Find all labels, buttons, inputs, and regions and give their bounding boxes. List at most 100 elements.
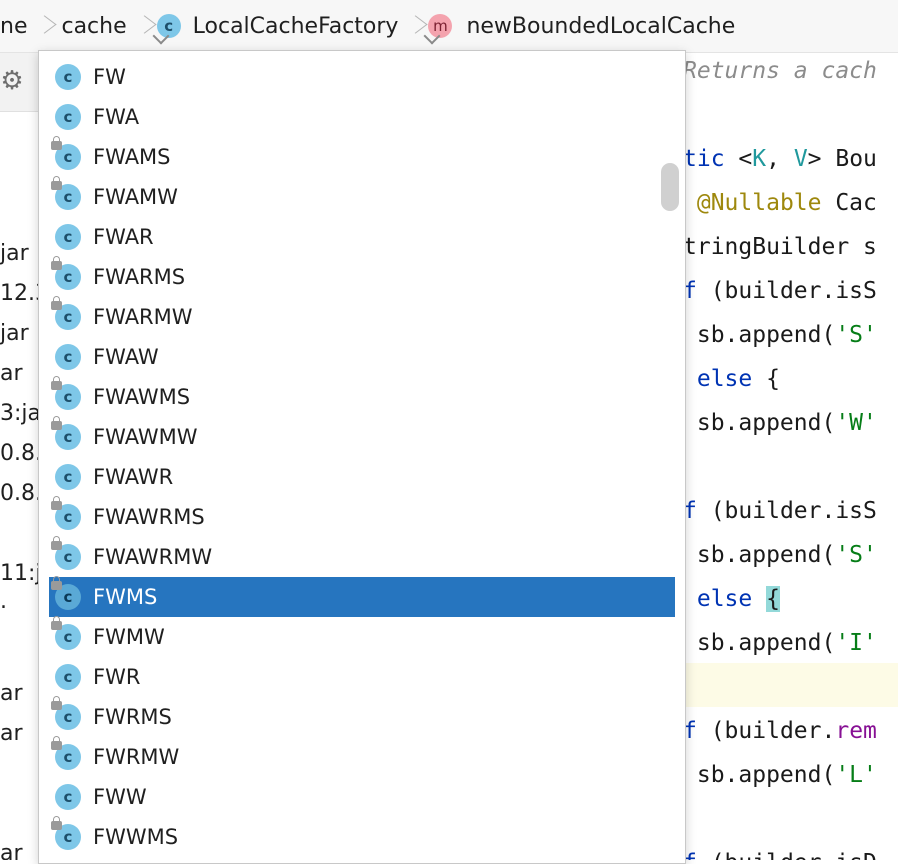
lock-icon (51, 696, 62, 710)
chevron-right-icon (406, 11, 424, 41)
scrollbar-thumb[interactable] (661, 163, 679, 211)
completion-item[interactable]: c FWAWMW (49, 416, 675, 457)
completion-item[interactable]: c FWR (49, 657, 675, 697)
class-icon: c (51, 296, 81, 330)
lock-icon (51, 176, 62, 190)
code-line: f (builder.isD (683, 841, 877, 860)
completion-item[interactable]: c FWAMW (49, 176, 675, 217)
completion-item[interactable]: c FWRMS (49, 696, 675, 737)
code-line: else { (683, 577, 780, 621)
class-icon: c (51, 616, 81, 650)
project-tree-item[interactable]: . (0, 589, 7, 614)
project-tree-item[interactable]: ar (0, 361, 23, 386)
class-icon: c (51, 736, 81, 770)
lock-icon (51, 616, 62, 630)
completion-item[interactable]: c FWMS (49, 576, 675, 617)
project-tree-item[interactable]: ar (0, 721, 23, 746)
code-token: 'W' (835, 410, 877, 436)
class-icon: c (51, 576, 81, 610)
completion-item-label: FWARMS (93, 265, 186, 289)
completion-item[interactable]: c FW (49, 57, 675, 97)
code-line: f (builder.isS (683, 269, 877, 313)
completion-item-label: FWAWMS (93, 385, 191, 409)
class-icon-letter: c (63, 68, 73, 86)
completion-item[interactable]: c FWARMW (49, 296, 675, 337)
code-token: tic (683, 146, 739, 172)
project-tree-item[interactable]: 3:jar (0, 401, 40, 426)
breadcrumb-label: newBoundedLocalCache (466, 13, 736, 39)
code-line: sb.append('I' (683, 621, 877, 665)
class-icon: c (152, 14, 181, 45)
code-token: (builder.isS (696, 498, 877, 524)
class-icon-letter: c (63, 468, 73, 486)
project-tree-item[interactable]: 12.3 (0, 281, 40, 306)
completion-item[interactable]: c FWRMW (49, 736, 675, 777)
completion-item[interactable]: c FWAWRMS (49, 496, 675, 537)
project-tree-item[interactable]: 0.8.8 (0, 441, 40, 466)
completion-item-label: FWAWRMS (93, 505, 205, 529)
code-line: sb.append('S' (683, 313, 877, 357)
project-tree-item[interactable]: ar (0, 841, 23, 860)
class-icon-letter: c (63, 148, 73, 166)
completion-item[interactable]: c FWA (49, 97, 675, 137)
completion-item[interactable]: c FWAWR (49, 457, 675, 497)
lock-icon (51, 576, 62, 590)
gear-icon[interactable]: ⚙ (0, 67, 26, 95)
code-token: else (696, 586, 753, 612)
breadcrumb-item-package[interactable]: cache (57, 14, 130, 39)
class-icon: c (55, 64, 81, 90)
project-tree-item[interactable]: jar (0, 321, 29, 346)
code-token: 'S' (835, 322, 877, 348)
completion-item[interactable]: c FWAW (49, 337, 675, 377)
completion-popup[interactable]: c FW c FWA c FWAMS c FWAMW c FWAR c FWARMS c FWARMW c F… (38, 50, 686, 864)
class-icon: c (51, 136, 81, 170)
class-icon-letter: c (63, 228, 73, 246)
chevron-right-icon (35, 11, 53, 41)
code-token: (builder.isD (697, 850, 877, 860)
breadcrumb-item-class[interactable]: c LocalCacheFactory (152, 13, 403, 45)
code-token: sb.append( (683, 410, 836, 436)
lock-icon (51, 296, 62, 310)
code-token: K (752, 146, 767, 172)
completion-item[interactable]: c FWAMS (49, 136, 675, 177)
code-line: @Nullable Cac (683, 181, 877, 225)
completion-item-label: FWR (93, 665, 141, 689)
breadcrumb-item-module[interactable]: ne (0, 14, 31, 39)
completion-item-label: FWRMS (93, 705, 172, 729)
breadcrumb-item-method[interactable]: m newBoundedLocalCache (423, 13, 739, 45)
completion-item-label: FWW (93, 785, 147, 809)
method-icon: m (423, 14, 453, 45)
completion-item[interactable]: c FWAWRMW (49, 536, 675, 577)
code-line: f (builder.isS (683, 489, 877, 533)
completion-item-label: FWAW (93, 345, 159, 369)
code-token: { (752, 366, 780, 392)
project-tree-item[interactable]: 11:jar (0, 561, 40, 586)
project-tree-item[interactable]: jar (0, 241, 29, 266)
code-token: sb.append( (683, 542, 836, 568)
breadcrumb-label: LocalCacheFactory (192, 13, 399, 39)
class-icon-letter: c (63, 388, 73, 406)
code-token: sb.append( (683, 762, 836, 788)
project-tree-item[interactable]: 0.8.8 (0, 481, 40, 506)
class-icon: c (51, 376, 81, 410)
completion-item[interactable]: c FWMW (49, 616, 675, 657)
code-line: sb.append('S' (683, 533, 877, 577)
completion-item[interactable]: c FWAR (49, 217, 675, 257)
project-tree-item[interactable]: ar (0, 681, 23, 706)
current-line-highlight (683, 663, 898, 707)
class-icon-letter: c (63, 828, 73, 846)
class-icon-letter: c (63, 628, 73, 646)
completion-item[interactable]: c FWWMS (49, 816, 675, 857)
completion-item[interactable]: c FWW (49, 777, 675, 817)
completion-item[interactable]: c FWARMS (49, 256, 675, 297)
completion-item[interactable]: c FWAWMS (49, 376, 675, 417)
code-editor[interactable]: Returns a cach tic <K, V> Bou @Nullable … (683, 53, 898, 860)
lock-icon (51, 816, 62, 830)
class-icon-letter: c (63, 668, 73, 686)
lock-icon (51, 136, 62, 150)
class-icon: c (51, 696, 81, 730)
class-icon-letter: c (63, 108, 73, 126)
class-icon: c (55, 464, 81, 490)
code-line: tringBuilder s (683, 225, 877, 269)
completion-item-label: FWWMS (93, 825, 179, 849)
